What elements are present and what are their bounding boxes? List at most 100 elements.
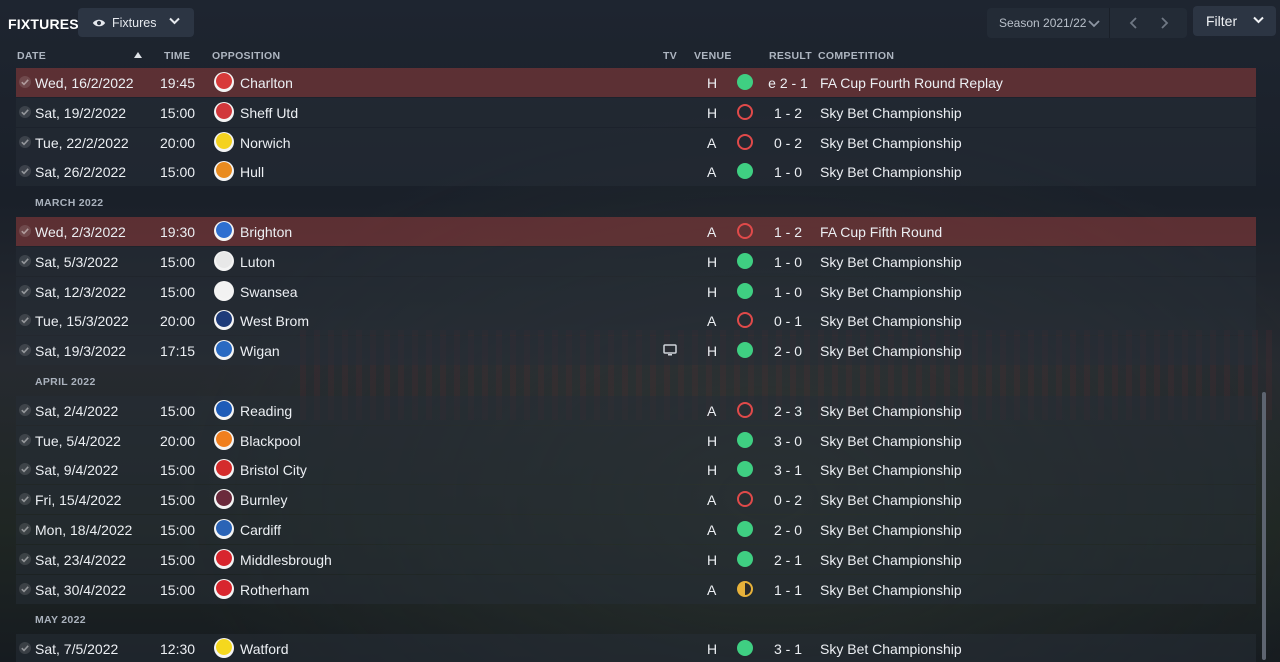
- fixture-row[interactable]: Sat, 19/3/2022 17:15 Wigan H 2 - 0 Sky Bet Ch…: [16, 336, 1256, 366]
- next-season-icon[interactable]: [1157, 16, 1171, 30]
- fixture-competition[interactable]: Sky Bet Championship: [820, 254, 962, 270]
- fixture-venue: A: [707, 164, 717, 181]
- fixture-date: Sat, 12/3/2022: [35, 283, 127, 300]
- opponent-name[interactable]: Hull: [240, 164, 264, 180]
- fixture-row[interactable]: Sat, 30/4/2022 15:00 Rotherham A 1 - 1 Sky Be…: [16, 574, 1256, 604]
- fixture-result[interactable]: 2 - 3: [764, 403, 812, 419]
- fixture-competition[interactable]: Sky Bet Championship: [820, 462, 962, 478]
- fixture-competition[interactable]: Sky Bet Championship: [820, 284, 962, 300]
- opponent-name[interactable]: Watford: [240, 641, 289, 657]
- fixture-competition[interactable]: Sky Bet Championship: [820, 105, 962, 121]
- fixture-result[interactable]: 0 - 2: [764, 135, 812, 151]
- column-opposition[interactable]: OPPOSITION: [212, 50, 280, 62]
- played-check-icon: [19, 463, 31, 476]
- column-competition[interactable]: COMPETITION: [818, 50, 894, 62]
- fixture-row[interactable]: Tue, 15/3/2022 20:00 West Brom A 0 - 1 Sky Be…: [16, 306, 1256, 336]
- fixture-result[interactable]: 0 - 1: [764, 313, 812, 329]
- fixture-row[interactable]: Sat, 9/4/2022 15:00 Bristol City H 3 - 1 Sky …: [16, 455, 1256, 485]
- fixture-result[interactable]: 2 - 1: [764, 552, 812, 568]
- fixture-competition[interactable]: Sky Bet Championship: [820, 403, 962, 419]
- fixture-result[interactable]: e 2 - 1: [764, 75, 812, 91]
- fixture-competition[interactable]: FA Cup Fifth Round: [820, 224, 942, 240]
- column-result[interactable]: RESULT: [769, 50, 812, 62]
- fixture-competition[interactable]: Sky Bet Championship: [820, 522, 962, 538]
- opponent-name[interactable]: Cardiff: [240, 522, 281, 538]
- fixture-time: 19:30: [160, 223, 196, 240]
- opponent-name[interactable]: Swansea: [240, 284, 298, 300]
- fixture-row[interactable]: Sat, 12/3/2022 15:00 Swansea H 1 - 0 Sky Bet …: [16, 276, 1256, 306]
- fixture-competition[interactable]: Sky Bet Championship: [820, 135, 962, 151]
- played-check-icon: [19, 314, 31, 327]
- played-check-icon: [19, 165, 31, 178]
- fixture-row[interactable]: Tue, 22/2/2022 20:00 Norwich A 0 - 2 Sky Bet …: [16, 127, 1256, 157]
- season-selector[interactable]: Season 2021/22: [987, 8, 1187, 38]
- fixture-row[interactable]: Tue, 5/4/2022 20:00 Blackpool H 3 - 0 Sky Bet…: [16, 425, 1256, 455]
- opponent-name[interactable]: Blackpool: [240, 433, 301, 449]
- scrollbar[interactable]: [1262, 392, 1266, 660]
- fixture-result[interactable]: 1 - 0: [764, 284, 812, 300]
- opponent-name[interactable]: Bristol City: [240, 462, 307, 478]
- opponent-name[interactable]: Burnley: [240, 492, 287, 508]
- fixture-result[interactable]: 3 - 1: [764, 641, 812, 657]
- fixture-competition[interactable]: Sky Bet Championship: [820, 641, 962, 657]
- filter-button[interactable]: Filter: [1193, 6, 1276, 36]
- opponent-name[interactable]: Charlton: [240, 75, 293, 91]
- opponent-name[interactable]: West Brom: [240, 313, 309, 329]
- fixture-result[interactable]: 3 - 1: [764, 462, 812, 478]
- club-crest-icon: [214, 220, 234, 241]
- fixture-competition[interactable]: Sky Bet Championship: [820, 492, 962, 508]
- fixture-date: Sat, 7/5/2022: [35, 641, 119, 658]
- fixture-result[interactable]: 2 - 0: [764, 522, 812, 538]
- column-tv[interactable]: TV: [663, 50, 677, 62]
- opponent-name[interactable]: Reading: [240, 403, 292, 419]
- fixture-competition[interactable]: Sky Bet Championship: [820, 582, 962, 598]
- opponent-name[interactable]: Middlesbrough: [240, 552, 332, 568]
- fixture-competition[interactable]: Sky Bet Championship: [820, 313, 962, 329]
- fixture-competition[interactable]: FA Cup Fourth Round Replay: [820, 75, 1003, 91]
- column-venue[interactable]: VENUE: [694, 50, 732, 62]
- fixture-row[interactable]: Sat, 2/4/2022 15:00 Reading A 2 - 3 Sky Bet C…: [16, 395, 1256, 425]
- fixture-result[interactable]: 0 - 2: [764, 492, 812, 508]
- opponent-name[interactable]: Sheff Utd: [240, 105, 298, 121]
- fixture-row[interactable]: Sat, 7/5/2022 12:30 Watford H 3 - 1 Sky Bet C…: [16, 634, 1256, 662]
- column-time[interactable]: TIME: [164, 50, 190, 62]
- view-selector-button[interactable]: Fixtures: [78, 8, 194, 37]
- fixture-row[interactable]: Sat, 5/3/2022 15:00 Luton H 1 - 0 Sky Bet Cha…: [16, 246, 1256, 276]
- fixture-row[interactable]: Wed, 2/3/2022 19:30 Brighton A 1 - 2 FA Cup F…: [16, 216, 1256, 246]
- fixture-competition[interactable]: Sky Bet Championship: [820, 433, 962, 449]
- fixture-date: Tue, 5/4/2022: [35, 432, 121, 449]
- fixture-competition[interactable]: Sky Bet Championship: [820, 552, 962, 568]
- fixture-result[interactable]: 1 - 0: [764, 164, 812, 180]
- fixture-result[interactable]: 1 - 0: [764, 254, 812, 270]
- opponent-name[interactable]: Brighton: [240, 224, 292, 240]
- fixture-date: Sat, 19/2/2022: [35, 104, 127, 121]
- win-result-indicator-icon: [737, 520, 753, 537]
- fixture-row[interactable]: Sat, 19/2/2022 15:00 Sheff Utd H 1 - 2 Sky Be…: [16, 97, 1256, 127]
- fixture-date: Sat, 30/4/2022: [35, 581, 127, 598]
- opponent-name[interactable]: Wigan: [240, 343, 280, 359]
- fixture-competition[interactable]: Sky Bet Championship: [820, 164, 962, 180]
- fixture-row[interactable]: Mon, 18/4/2022 15:00 Cardiff A 2 - 0 Sky Bet …: [16, 514, 1256, 544]
- previous-season-icon[interactable]: [1127, 16, 1141, 30]
- played-check-icon: [19, 493, 31, 506]
- loss-result-indicator-icon: [737, 103, 753, 120]
- opponent-name[interactable]: Norwich: [240, 135, 291, 151]
- fixture-time: 15:00: [160, 104, 196, 121]
- fixture-venue: H: [707, 462, 718, 479]
- fixture-row[interactable]: Sat, 23/4/2022 15:00 Middlesbrough H 2 - 1 Sk…: [16, 544, 1256, 574]
- month-label: MARCH 2022: [35, 197, 104, 210]
- fixture-result[interactable]: 2 - 0: [764, 343, 812, 359]
- fixture-result[interactable]: 1 - 2: [764, 105, 812, 121]
- fixture-row[interactable]: Wed, 16/2/2022 19:45 Charlton He 2 - 1 FA Cu…: [16, 68, 1256, 97]
- fixture-row[interactable]: Sat, 26/2/2022 15:00 Hull A 1 - 0 Sky Bet Cha…: [16, 157, 1256, 187]
- opponent-name[interactable]: Luton: [240, 254, 275, 270]
- fixture-result[interactable]: 1 - 1: [764, 582, 812, 598]
- fixture-result[interactable]: 3 - 0: [764, 433, 812, 449]
- opponent-name[interactable]: Rotherham: [240, 582, 309, 598]
- column-date[interactable]: DATE: [17, 50, 46, 62]
- fixture-competition[interactable]: Sky Bet Championship: [820, 343, 962, 359]
- fixture-venue: H: [707, 283, 718, 300]
- fixture-row[interactable]: Fri, 15/4/2022 15:00 Burnley A 0 - 2 Sky Bet …: [16, 485, 1256, 515]
- fixture-result[interactable]: 1 - 2: [764, 224, 812, 240]
- chevron-down-icon[interactable]: [1087, 16, 1101, 30]
